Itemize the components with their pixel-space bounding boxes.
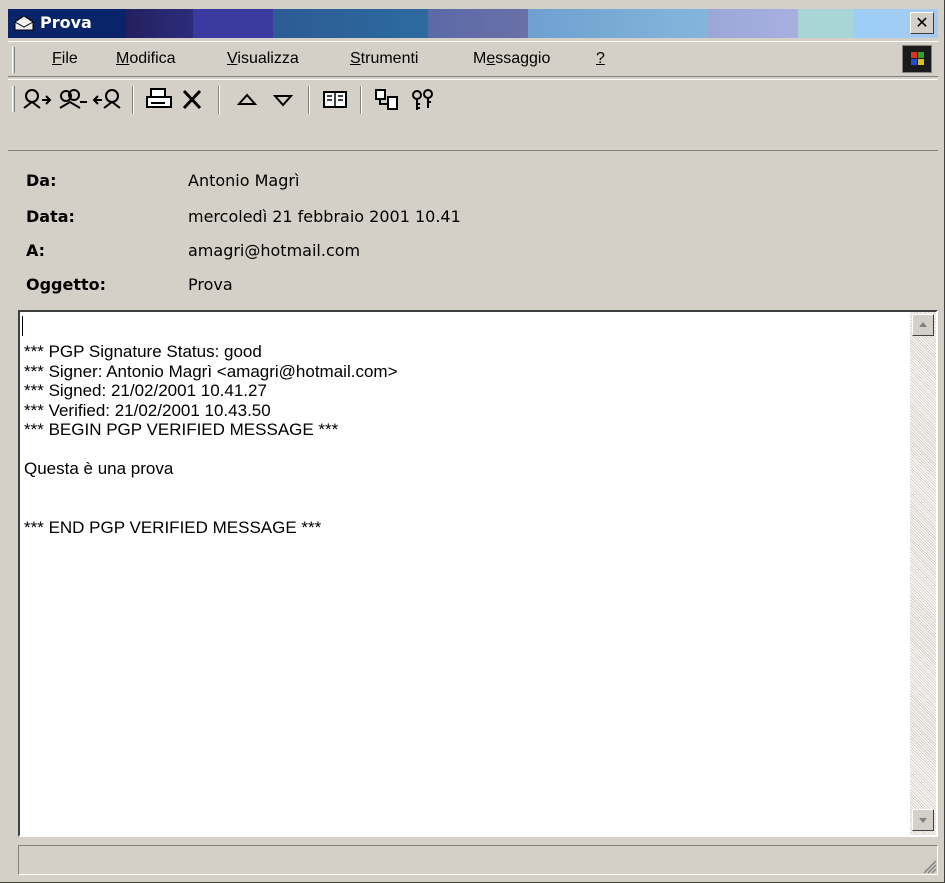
menu-modifica[interactable]: Modifica xyxy=(116,50,176,68)
toolbar-separator xyxy=(308,86,310,114)
scroll-up-button[interactable] xyxy=(912,314,934,336)
resize-grip-icon[interactable] xyxy=(921,858,937,874)
status-bar xyxy=(18,845,938,875)
menu-visualizza[interactable]: Visualizza xyxy=(227,50,299,68)
vertical-scrollbar[interactable] xyxy=(910,312,936,835)
message-line: *** BEGIN PGP VERIFIED MESSAGE *** xyxy=(24,420,339,439)
menu-bar: File Modifica Visualizza Strumenti Messa… xyxy=(8,41,938,77)
menu-help[interactable]: ? xyxy=(596,50,605,68)
menu-strumenti[interactable]: Strumenti xyxy=(350,50,418,68)
from-value: Antonio Magrì xyxy=(188,171,300,190)
message-line: *** END PGP VERIFIED MESSAGE *** xyxy=(24,517,322,537)
message-line: Questa è una prova xyxy=(24,459,174,478)
message-line xyxy=(24,440,398,460)
message-window: Prova ✕ File Modifica Visualizza Strumen… xyxy=(0,0,945,883)
toolbar-grip[interactable] xyxy=(12,86,15,112)
windows-logo-icon xyxy=(902,45,932,73)
forward-icon[interactable] xyxy=(92,86,126,114)
toolbar-separator xyxy=(132,86,134,114)
toolbar-separator xyxy=(218,86,220,114)
menu-grip[interactable] xyxy=(12,47,15,73)
menu-messaggio[interactable]: Messaggio xyxy=(473,50,550,68)
message-line: *** Signer: Antonio Magrì <amagri@hotmai… xyxy=(24,361,398,381)
subject-label: Oggetto: xyxy=(26,275,107,294)
message-line xyxy=(24,479,398,499)
message-body[interactable]: *** PGP Signature Status: good *** Signer… xyxy=(18,310,938,837)
toolbar xyxy=(8,79,938,151)
title-bar[interactable]: Prova ✕ xyxy=(8,9,938,38)
menu-file[interactable]: File xyxy=(52,50,78,68)
reply-all-icon[interactable] xyxy=(56,86,90,114)
message-text[interactable]: *** PGP Signature Status: good *** Signer… xyxy=(24,342,398,537)
to-label: A: xyxy=(26,241,46,260)
date-value: mercoledì 21 febbraio 2001 10.41 xyxy=(188,207,461,226)
message-line: *** Signed: 21/02/2001 10.41.27 xyxy=(24,381,267,400)
reply-icon[interactable] xyxy=(20,86,54,114)
to-value: amagri@hotmail.com xyxy=(188,241,361,260)
subject-value: Prova xyxy=(188,275,233,294)
toolbar-separator xyxy=(360,86,362,114)
pgp-keys-icon[interactable] xyxy=(406,86,440,114)
window-title: Prova xyxy=(40,13,92,32)
scroll-down-button[interactable] xyxy=(912,809,934,831)
delete-icon[interactable] xyxy=(176,86,210,114)
close-button[interactable]: ✕ xyxy=(910,12,934,34)
message-line xyxy=(24,498,398,518)
envelope-icon xyxy=(14,14,34,32)
from-label: Da: xyxy=(26,171,57,190)
next-icon[interactable] xyxy=(266,86,300,114)
encoding-icon[interactable] xyxy=(370,86,404,114)
previous-icon[interactable] xyxy=(230,86,264,114)
print-icon[interactable] xyxy=(142,86,176,114)
text-caret xyxy=(22,316,23,336)
message-line: *** Verified: 21/02/2001 10.43.50 xyxy=(24,400,271,420)
message-line: *** PGP Signature Status: good xyxy=(24,342,262,361)
address-book-icon[interactable] xyxy=(318,86,352,114)
date-label: Data: xyxy=(26,207,75,226)
